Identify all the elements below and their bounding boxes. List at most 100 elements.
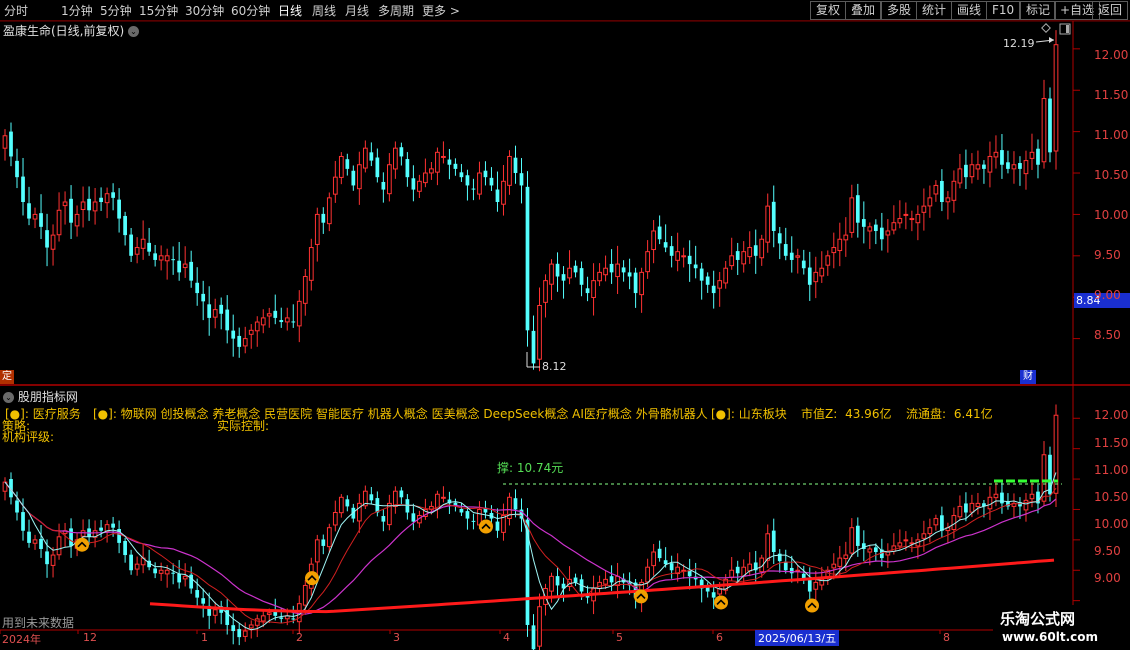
candle-body <box>915 213 921 224</box>
finance-tag[interactable]: 财 <box>1020 370 1036 384</box>
candle-body <box>1006 162 1010 169</box>
candle-body <box>651 230 656 251</box>
candle-body <box>964 503 968 513</box>
candle-body <box>621 267 626 273</box>
candle-body <box>254 618 260 626</box>
candle-body <box>807 578 812 592</box>
candle-body <box>891 222 897 231</box>
candle-body <box>1036 148 1040 165</box>
candle-body <box>50 554 56 566</box>
upper-panel-title[interactable]: 盈康生命(日线,前复权) ⌄ <box>3 22 140 39</box>
candle-body <box>867 226 873 232</box>
low-price-label: 8.12 <box>542 360 567 373</box>
candle-body <box>242 338 248 347</box>
candle-body <box>39 538 43 549</box>
candle-body <box>669 563 674 571</box>
candle-body <box>982 164 986 169</box>
concept-info: [●]: 物联网 创投概念 养老概念 民营医院 智能医疗 机器人概念 医美概念 … <box>93 407 708 421</box>
candle-body <box>260 317 266 326</box>
candle-body <box>987 155 993 173</box>
candle-body <box>182 263 188 269</box>
candle-body <box>45 551 49 565</box>
candle-body <box>975 502 981 507</box>
candle-body <box>284 317 290 323</box>
candle-body <box>69 198 73 223</box>
candle-body <box>351 170 356 186</box>
candle-body <box>993 151 999 158</box>
candle-body <box>1053 44 1059 152</box>
candle-body <box>417 180 422 192</box>
candle-body <box>471 520 476 522</box>
buy-signal-icon <box>634 589 648 604</box>
candle-body <box>219 304 224 314</box>
candle-body <box>615 263 620 278</box>
candle-body <box>837 557 843 567</box>
candle-body <box>201 293 206 302</box>
candle-body <box>471 188 476 190</box>
candle-body <box>405 499 410 513</box>
candle-body <box>849 527 855 554</box>
chevron-down-icon[interactable]: ⌄ <box>3 392 14 403</box>
candle-body <box>447 159 452 165</box>
lower-panel-title[interactable]: ⌄ 股朋指标网 <box>3 388 78 405</box>
candle-body <box>260 615 266 622</box>
candle-body <box>231 330 236 339</box>
candle-body <box>21 176 25 202</box>
candle-body <box>765 205 771 243</box>
candle-body <box>195 590 200 598</box>
kline-chart[interactable] <box>0 0 1130 650</box>
candle-body <box>741 251 747 265</box>
float-value: 6.41亿 <box>953 407 993 421</box>
buy-signal-circle <box>305 571 319 586</box>
watermark-url: www.60lt.com <box>1002 630 1099 644</box>
x-axis-label: 5 <box>616 631 623 644</box>
candle-body <box>171 259 176 261</box>
candle-body <box>711 285 716 294</box>
candle-body <box>332 512 338 526</box>
candle-body <box>56 209 62 236</box>
candle-body <box>957 168 963 184</box>
candle-body <box>495 189 500 202</box>
upper-y-tick: 9.50 <box>1094 248 1121 262</box>
lower-y-tick: 9.00 <box>1094 571 1121 585</box>
candle-body <box>987 496 993 510</box>
chevron-down-icon[interactable]: ⌄ <box>128 26 140 37</box>
candle-body <box>441 496 446 499</box>
candle-body <box>1041 98 1047 163</box>
candle-body <box>405 159 410 178</box>
candle-body <box>940 515 944 531</box>
candle-body <box>39 213 43 227</box>
candle-body <box>903 213 909 216</box>
candle-body <box>513 498 518 510</box>
stock-title: 盈康生命(日线,前复权) <box>3 24 125 38</box>
candle-body <box>411 513 416 522</box>
candle-body <box>783 561 788 571</box>
candle-body <box>69 528 73 546</box>
candle-body <box>627 272 632 277</box>
high-annotation <box>1035 37 1055 43</box>
candle-body <box>543 280 548 303</box>
candle-body <box>957 505 963 518</box>
candle-body <box>326 197 332 225</box>
candle-body <box>1023 499 1029 511</box>
buy-markers <box>75 519 819 613</box>
candle-body <box>813 581 819 590</box>
lower-y-tick: 10.00 <box>1094 517 1129 531</box>
candle-body <box>291 321 296 323</box>
buy-signal-icon <box>714 595 728 610</box>
upper-y-tick: 11.00 <box>1094 128 1129 142</box>
float-info: 流通盘: 6.41亿 <box>906 405 993 422</box>
ma-cyan-line <box>4 472 1057 631</box>
candle-body <box>345 499 350 507</box>
candle-body <box>465 175 470 186</box>
candle-body <box>795 255 801 258</box>
market-cap-value: 43.96亿 <box>845 407 892 421</box>
candle-body <box>795 569 801 572</box>
ding-tag[interactable]: 定 <box>0 370 14 384</box>
candle-body <box>759 238 765 259</box>
candle-body <box>747 563 753 572</box>
candle-body <box>411 178 416 190</box>
candle-body <box>375 157 380 178</box>
candle-body <box>855 195 860 223</box>
candle-body <box>129 234 133 256</box>
